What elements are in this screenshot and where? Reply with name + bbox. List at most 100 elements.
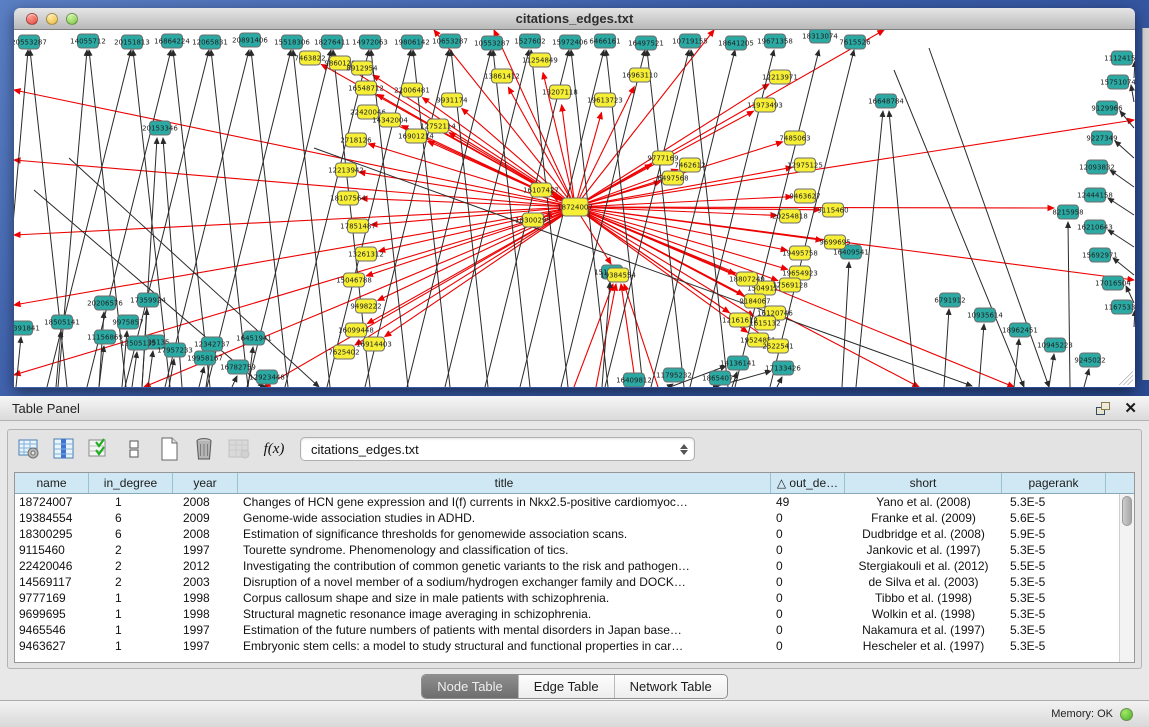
graph-node-label: 12161612 — [722, 317, 758, 325]
cell-title: Estimation of the future numbers of pati… — [238, 623, 771, 637]
graph-node-label: 9129966 — [1091, 105, 1123, 113]
graph-edge — [575, 207, 788, 269]
table-row[interactable]: 1938455462009Genome-wide association stu… — [15, 510, 1119, 526]
scrollbar-thumb[interactable] — [1122, 496, 1132, 526]
graph-edge — [14, 90, 575, 207]
import-table-disabled-icon[interactable] — [226, 436, 252, 462]
column-header-out_de[interactable]: △ out_de… — [771, 473, 845, 493]
window-resize-grip[interactable] — [1119, 371, 1133, 385]
graph-node-label: 17957233 — [157, 347, 193, 355]
graph-node-label: 7462612 — [674, 162, 705, 170]
column-header-in_degree[interactable]: in_degree — [89, 473, 173, 493]
graph-edge — [14, 207, 575, 235]
cell-pagerank: 5.3E-5 — [1002, 607, 1106, 621]
column-header-pagerank[interactable]: pagerank — [1002, 473, 1106, 493]
graph-node-label: 11124158 — [1104, 55, 1135, 63]
table-select-value: citations_edges.txt — [311, 442, 419, 457]
column-header-year[interactable]: year — [173, 473, 238, 493]
graph-node-label: 14136141 — [720, 360, 756, 368]
cell-pagerank: 5.3E-5 — [1002, 495, 1106, 509]
cell-name: 18300295 — [15, 527, 89, 541]
column-visibility-icon[interactable] — [51, 436, 77, 462]
cell-name: 18724007 — [15, 495, 89, 509]
table-row[interactable]: 1456911722003Disruption of a novel membe… — [15, 574, 1119, 590]
function-builder-icon[interactable]: f(x) — [261, 436, 287, 462]
network-canvas[interactable]: 2055328714055712201518131686422412065831… — [14, 30, 1135, 387]
delete-table-icon[interactable] — [191, 436, 217, 462]
column-header-short[interactable]: short — [845, 473, 1002, 493]
graph-node-label: 17133426 — [765, 365, 801, 373]
graph-edge — [1131, 85, 1134, 102]
row-selection-icon[interactable] — [86, 436, 112, 462]
graph-node-label: 20153346 — [142, 125, 178, 133]
graph-node-label: 18313074 — [802, 33, 838, 41]
graph-node-label: 7485063 — [779, 135, 810, 143]
cell-year: 2003 — [173, 575, 238, 589]
cell-title: Changes of HCN gene expression and I(f) … — [238, 495, 771, 509]
tab-edge-table[interactable]: Edge Table — [519, 675, 615, 698]
graph-node-label: 16864224 — [154, 38, 190, 46]
table-row[interactable]: 977716911998Corpus callosum shape and si… — [15, 590, 1119, 606]
zoom-window-button[interactable] — [66, 13, 78, 25]
graph-node-label: 16548712 — [348, 85, 384, 93]
network-canvas-svg: 2055328714055712201518131686422412065831… — [14, 30, 1135, 387]
table-row[interactable]: 1872400712008Changes of HCN gene express… — [15, 494, 1119, 510]
graph-edge — [1049, 354, 1054, 387]
graph-node-label: 10653287 — [432, 38, 468, 46]
table-row[interactable]: 911546021997Tourette syndrome. Phenomeno… — [15, 542, 1119, 558]
graph-edge — [574, 284, 613, 387]
float-panel-icon[interactable] — [1096, 402, 1110, 415]
table-row[interactable]: 946362711997Embryonic stem cells: a mode… — [15, 638, 1119, 654]
graph-node-label: 12923448 — [249, 374, 285, 382]
background-window-edge — [1142, 28, 1149, 380]
graph-node-label: 18276411 — [314, 39, 350, 47]
table-panel-body: f(x) citations_edges.txt namein_degreeye… — [7, 429, 1142, 669]
table-settings-icon[interactable] — [16, 436, 42, 462]
graph-node-label: 16497521 — [628, 40, 664, 48]
table-row[interactable]: 969969511998Structural magnetic resonanc… — [15, 606, 1119, 622]
graph-node-label: 10553287 — [474, 40, 510, 48]
graph-edge — [979, 324, 984, 387]
graph-node-label: 11254849 — [522, 57, 558, 65]
cell-title: Genome-wide association studies in ADHD. — [238, 511, 771, 525]
graph-node-label: 16782759 — [220, 364, 256, 372]
graph-edge — [575, 30, 884, 207]
cell-pagerank: 5.3E-5 — [1002, 591, 1106, 605]
graph-node-label: 6466161 — [589, 38, 620, 46]
tab-node-table[interactable]: Node Table — [422, 675, 519, 698]
graph-node-label: 10945223 — [1037, 342, 1073, 350]
cell-out_de: 0 — [771, 639, 845, 653]
column-header-name[interactable]: name — [15, 473, 89, 493]
table-select-dropdown[interactable]: citations_edges.txt — [300, 437, 695, 461]
close-window-button[interactable] — [26, 13, 38, 25]
table-row[interactable]: 1830029562008Estimation of significance … — [15, 526, 1119, 542]
table-row[interactable]: 2242004622012Investigating the contribut… — [15, 558, 1119, 574]
graph-node-label: 19671358 — [757, 38, 793, 46]
cell-pagerank: 5.3E-5 — [1002, 543, 1106, 557]
table-row[interactable]: 946554611997Estimation of the future num… — [15, 622, 1119, 638]
cell-title: Estimation of significance thresholds fo… — [238, 527, 771, 541]
graph-node-label: 19384554 — [600, 272, 636, 280]
cell-out_de: 0 — [771, 591, 845, 605]
new-table-icon[interactable] — [156, 436, 182, 462]
table-header-row: namein_degreeyeartitle△ out_de…shortpage… — [15, 473, 1134, 494]
graph-edge — [842, 262, 849, 387]
row-height-icon[interactable] — [121, 436, 147, 462]
graph-node-label: 19391841 — [14, 325, 40, 333]
graph-node-label: 14342004 — [372, 117, 408, 125]
table-tabs: Node TableEdge TableNetwork Table — [421, 674, 728, 699]
table-panel-title: Table Panel — [12, 401, 80, 416]
graph-edge — [1084, 369, 1089, 387]
close-panel-icon[interactable]: ✕ — [1124, 401, 1137, 416]
minimize-window-button[interactable] — [46, 13, 58, 25]
graph-node-label: 18505141 — [44, 319, 80, 327]
graph-edge — [1134, 310, 1135, 327]
column-header-title[interactable]: title — [238, 473, 771, 493]
vertical-scrollbar[interactable] — [1119, 494, 1134, 662]
graph-node-label: 18300295 — [515, 217, 551, 225]
tab-network-table[interactable]: Network Table — [615, 675, 727, 698]
graph-node-label: 19958167 — [187, 355, 223, 363]
graph-node-label: 17359924 — [130, 297, 166, 305]
network-window-titlebar[interactable]: citations_edges.txt — [14, 8, 1135, 30]
graph-node-label: 6497568 — [657, 175, 688, 183]
